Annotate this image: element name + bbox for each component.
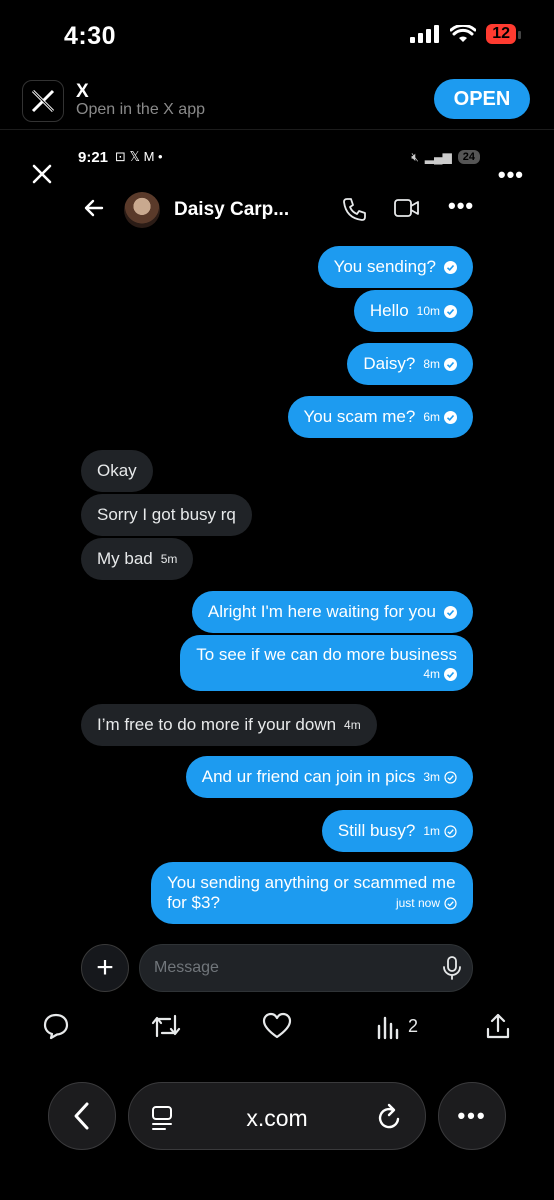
app-banner: X Open in the X app OPEN xyxy=(0,72,554,130)
message-text: Daisy? xyxy=(363,354,416,373)
embedded-screenshot: 9:21 ⊡ 𝕏 M • 🔇︎ ▂▄▆ 24 Daisy Carp... •••… xyxy=(62,138,492,998)
check-icon xyxy=(444,896,457,910)
retweet-icon[interactable] xyxy=(150,1012,182,1040)
message-bubble-outgoing[interactable]: You scam me? 6m xyxy=(287,396,473,438)
message-bubble-outgoing[interactable]: Daisy? 8m xyxy=(347,343,473,385)
share-icon[interactable] xyxy=(484,1012,512,1040)
chat-header: Daisy Carp... ••• xyxy=(62,188,492,232)
message-time: 5m xyxy=(160,552,178,566)
message-text: You scam me? xyxy=(303,407,416,426)
check-icon xyxy=(444,824,457,838)
message-text: Sorry I got busy rq xyxy=(97,505,236,524)
message-time: 8m xyxy=(423,357,440,371)
notification-icons: ⊡ 𝕏 M • xyxy=(115,149,163,164)
message-bubble-incoming[interactable]: My bad 5m xyxy=(81,538,194,580)
message-time: just now xyxy=(395,896,440,910)
message-time: 10m xyxy=(416,304,440,318)
more-icon: ••• xyxy=(457,1103,487,1128)
message-text: My bad xyxy=(97,549,153,568)
message-input[interactable] xyxy=(139,944,473,992)
close-icon[interactable] xyxy=(28,160,56,188)
message-text: You sending anything or scammed me xyxy=(167,873,456,892)
inner-status-time: 9:21 xyxy=(78,148,109,166)
signal-icon xyxy=(410,25,440,43)
phone-icon[interactable] xyxy=(342,196,366,222)
signal-icon: ▂▄▆ xyxy=(424,150,452,164)
check-icon xyxy=(444,770,457,784)
message-text: for $3? xyxy=(167,893,220,912)
message-text: Still busy? xyxy=(337,821,416,840)
battery-indicator: 12 xyxy=(486,24,521,44)
message-bubble-outgoing[interactable]: You sending anything or scammed me for $… xyxy=(151,862,473,924)
mute-icon: 🔇︎ xyxy=(411,149,419,164)
avatar[interactable] xyxy=(124,192,160,228)
check-icon xyxy=(444,260,457,274)
browser-toolbar: x.com ••• xyxy=(0,1082,554,1154)
open-app-button[interactable]: OPEN xyxy=(434,79,530,119)
mic-icon[interactable] xyxy=(443,956,461,980)
message-time: 3m xyxy=(423,770,440,784)
wifi-icon xyxy=(450,25,477,42)
banner-app-name: X xyxy=(76,81,89,102)
inner-battery: 24 xyxy=(457,150,480,164)
status-icons: 12 xyxy=(410,24,521,44)
page-more-button[interactable]: ••• xyxy=(498,162,524,188)
x-logo-icon xyxy=(22,80,64,122)
message-bubble-incoming[interactable]: Sorry I got busy rq xyxy=(81,494,252,536)
status-bar: 4:30 12 xyxy=(0,0,554,72)
back-arrow-icon[interactable] xyxy=(82,196,106,220)
message-text: Hello xyxy=(369,301,409,320)
tweet-action-bar: 2 xyxy=(0,1008,554,1048)
views-count: 2 xyxy=(408,1016,419,1036)
message-bubble-outgoing[interactable]: Hello 10m xyxy=(353,290,473,332)
message-bubble-incoming[interactable]: Okay xyxy=(81,450,153,492)
more-icon[interactable]: ••• xyxy=(448,193,474,219)
inner-status-bar: 9:21 ⊡ 𝕏 M • 🔇︎ ▂▄▆ 24 xyxy=(78,146,480,168)
video-icon[interactable] xyxy=(394,198,420,218)
check-icon xyxy=(444,357,457,371)
address-bar[interactable]: x.com xyxy=(128,1082,426,1150)
message-text: And ur friend can join in pics xyxy=(201,767,416,786)
contact-name[interactable]: Daisy Carp... xyxy=(174,199,289,221)
check-icon xyxy=(444,304,457,318)
message-bubble-outgoing[interactable]: Alright I'm here waiting for you xyxy=(191,591,473,633)
browser-back-icon[interactable] xyxy=(48,1082,116,1150)
check-icon xyxy=(444,410,457,424)
message-time: 6m xyxy=(423,410,440,424)
message-text: To see if we can do more business xyxy=(196,645,457,664)
message-time: 4m xyxy=(423,667,440,681)
message-text: I’m free to do more if your down xyxy=(97,715,337,734)
browser-more-icon[interactable]: ••• xyxy=(438,1082,506,1150)
message-bubble-outgoing[interactable]: And ur friend can join in pics 3m xyxy=(185,756,473,798)
message-text: You sending? xyxy=(333,257,436,276)
message-time: 1m xyxy=(423,824,440,838)
message-bubble-outgoing[interactable]: Still busy? 1m xyxy=(321,810,473,852)
reload-icon[interactable] xyxy=(377,1103,403,1131)
message-bubble-incoming[interactable]: I’m free to do more if your down 4m xyxy=(81,704,377,746)
like-icon[interactable] xyxy=(262,1012,292,1040)
message-bubble-outgoing[interactable]: To see if we can do more business 4m xyxy=(180,635,473,691)
message-text: Okay xyxy=(97,461,137,480)
message-time: 4m xyxy=(344,718,361,732)
plus-icon[interactable]: + xyxy=(81,944,129,992)
message-text: Alright I'm here waiting for you xyxy=(207,602,436,621)
message-bubble-outgoing[interactable]: You sending? xyxy=(317,246,473,288)
banner-subtitle: Open in the X app xyxy=(76,101,205,118)
views-icon[interactable] xyxy=(376,1012,402,1040)
reply-icon[interactable] xyxy=(42,1012,70,1040)
check-icon xyxy=(444,667,457,681)
message-composer: + xyxy=(81,944,473,992)
status-time: 4:30 xyxy=(64,22,117,50)
check-icon xyxy=(444,605,457,619)
